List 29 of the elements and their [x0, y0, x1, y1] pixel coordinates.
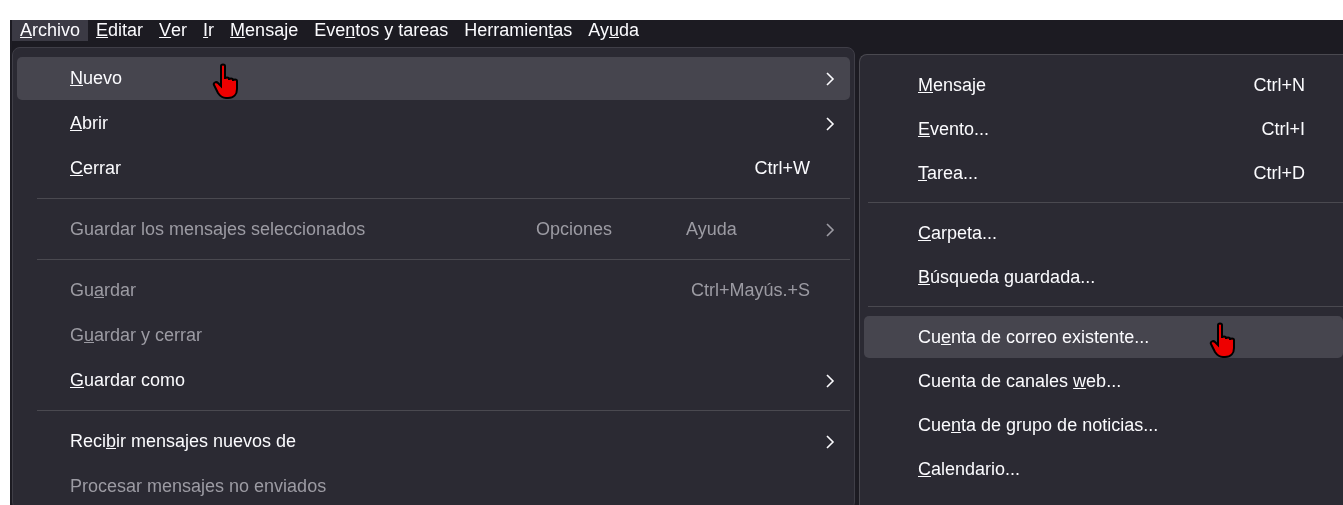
- menu-item[interactable]: Nuevo: [17, 57, 850, 100]
- shortcut-text: Ctrl+D: [1253, 162, 1305, 184]
- menu-item[interactable]: Cuenta de grupo de noticias...: [864, 404, 1343, 446]
- menu-item[interactable]: Cuenta de correo existente...: [864, 316, 1343, 358]
- menu-item[interactable]: Recibir mensajes nuevos de: [17, 420, 850, 463]
- menu-item-option: Ayuda: [686, 219, 810, 240]
- menu-item[interactable]: Calendario...: [864, 448, 1343, 490]
- shortcut-text: Ctrl+Mayús.+S: [690, 280, 810, 301]
- menu-bar-item[interactable]: Editar: [88, 20, 152, 41]
- menu-item[interactable]: Abrir: [17, 102, 850, 145]
- shortcut-text: Ctrl+N: [1253, 74, 1305, 96]
- menu-item[interactable]: Cuenta de canales web...: [864, 360, 1343, 402]
- menu-bar-item[interactable]: Ver: [151, 20, 196, 41]
- menu-bar-item[interactable]: Mensaje: [222, 20, 307, 41]
- menu-item[interactable]: Búsqueda guardada...: [864, 256, 1343, 298]
- shortcut-text: Ctrl+W: [754, 158, 810, 179]
- menu-item[interactable]: Evento... Ctrl+I: [864, 108, 1343, 150]
- menu-bar-item[interactable]: Herramientas: [456, 20, 581, 41]
- menu-item[interactable]: Tarea... Ctrl+D: [864, 152, 1343, 194]
- menu-bar-item[interactable]: Ayuda: [580, 20, 648, 41]
- menu-item[interactable]: Mensaje Ctrl+N: [864, 64, 1343, 106]
- menu-item[interactable]: Carpeta...: [864, 212, 1343, 254]
- menu-item-option: Opciones: [536, 219, 686, 240]
- menu-item[interactable]: Cerrar Ctrl+W: [17, 147, 850, 190]
- menu-bar-item[interactable]: Ir: [195, 20, 223, 41]
- menu-item[interactable]: Guardar como: [17, 359, 850, 402]
- menu-bar-item[interactable]: Archivo: [12, 20, 89, 41]
- shortcut-text: Ctrl+I: [1261, 118, 1305, 140]
- menu-bar-item[interactable]: Eventos y tareas: [306, 20, 457, 41]
